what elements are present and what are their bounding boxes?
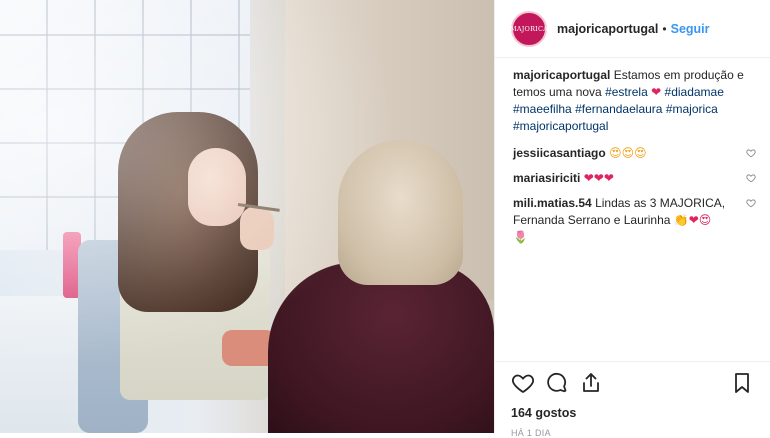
comment-emoji: ❤❤❤ bbox=[583, 171, 614, 185]
post-header: MAJORICA majoricaportugal • Seguir bbox=[495, 0, 770, 58]
post-timestamp[interactable]: HÁ 1 DIA bbox=[511, 428, 754, 438]
comment-username[interactable]: mariasiriciti bbox=[513, 171, 580, 185]
comment-icon[interactable] bbox=[545, 371, 569, 395]
comment-item: jessiicasantiago 😍😍😍 bbox=[513, 145, 758, 162]
hashtag-link[interactable]: #estrela bbox=[605, 85, 648, 99]
likes-count[interactable]: 164 gostos bbox=[511, 406, 754, 420]
avatar-logo-text: MAJORICA bbox=[510, 24, 549, 33]
comment-username[interactable]: mili.matias.54 bbox=[513, 196, 592, 210]
comment-item: mariasiriciti ❤❤❤ bbox=[513, 170, 758, 187]
bookmark-icon[interactable] bbox=[730, 371, 754, 395]
heart-small-icon[interactable] bbox=[746, 148, 756, 158]
heart-emoji: ❤ bbox=[651, 85, 662, 99]
header-separator: • bbox=[662, 21, 667, 36]
share-icon[interactable] bbox=[579, 371, 603, 395]
comments-list: majoricaportugal Estamos em produção e t… bbox=[495, 58, 770, 246]
action-bar bbox=[511, 370, 754, 396]
comment-item: mili.matias.54 Lindas as 3 MAJORICA, Fer… bbox=[513, 195, 758, 246]
tulip-emoji: 🌷 bbox=[513, 230, 528, 244]
post-actions: 164 gostos HÁ 1 DIA bbox=[495, 361, 770, 438]
post-photo[interactable] bbox=[0, 0, 494, 433]
heart-icon[interactable] bbox=[511, 371, 535, 395]
hashtag-link[interactable]: #diadamae bbox=[665, 85, 724, 99]
hashtag-link[interactable]: #majorica bbox=[666, 102, 718, 116]
hashtag-link[interactable]: #fernandaelaura bbox=[575, 102, 662, 116]
header-username[interactable]: majoricaportugal bbox=[557, 22, 658, 36]
comment-emoji: 😍😍😍 bbox=[609, 146, 647, 160]
avatar[interactable]: MAJORICA bbox=[510, 10, 549, 47]
post-caption: majoricaportugal Estamos em produção e t… bbox=[513, 67, 758, 135]
caption-username[interactable]: majoricaportugal bbox=[513, 68, 610, 82]
window-light bbox=[0, 0, 494, 433]
follow-button[interactable]: Seguir bbox=[671, 22, 710, 36]
hashtag-link[interactable]: #majoricaportugal bbox=[513, 119, 608, 133]
heart-small-icon[interactable] bbox=[746, 198, 756, 208]
comment-emoji: 👏❤😍 bbox=[673, 213, 712, 227]
heart-small-icon[interactable] bbox=[746, 173, 756, 183]
comment-username[interactable]: jessiicasantiago bbox=[513, 146, 606, 160]
hashtag-link[interactable]: #maeefilha bbox=[513, 102, 572, 116]
post-sidebar: MAJORICA majoricaportugal • Seguir major… bbox=[494, 0, 770, 438]
